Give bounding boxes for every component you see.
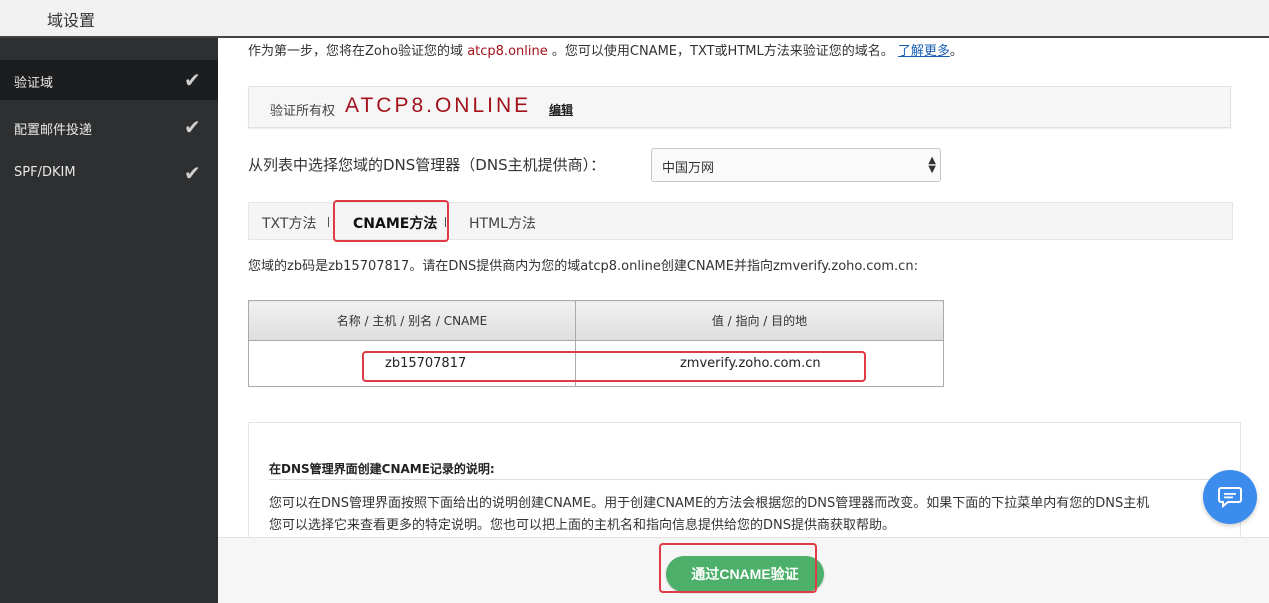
- intro-after: 。您可以使用CNAME，TXT或HTML方法来验证您的域名。: [551, 44, 894, 59]
- ownership-domain: ATCP8.ONLINE: [345, 94, 532, 117]
- chat-button[interactable]: [1203, 470, 1257, 524]
- top-header: 域设置: [0, 0, 1269, 38]
- check-icon: ✔: [184, 68, 201, 92]
- ownership-bar: 验证所有权 ATCP8.ONLINE 编辑: [248, 86, 1231, 128]
- sidebar-item-label: SPF/DKIM: [14, 165, 76, 180]
- sidebar-item-verify-domain[interactable]: 验证域 ✔: [0, 60, 218, 100]
- zb-instruction: 您域的zb码是zb15707817。请在DNS提供商内为您的域atcp8.onl…: [248, 259, 918, 274]
- ownership-label: 验证所有权: [270, 104, 336, 119]
- dns-selected-value: 中国万网: [662, 161, 715, 176]
- instructions-line-2: 您可以选择它来查看更多的特定说明。您也可以把上面的主机名和指向信息提供给您的DN…: [269, 518, 895, 533]
- bottom-action-bar: 通过CNAME验证: [218, 537, 1269, 603]
- tab-txt[interactable]: TXT方法: [262, 213, 316, 233]
- main-content: 作为第一步，您将在Zoho验证您的域 atcp8.online 。您可以使用CN…: [218, 38, 1269, 603]
- sidebar: 验证域 ✔ 配置邮件投递 ✔ SPF/DKIM ✔: [0, 38, 218, 603]
- check-icon: ✔: [184, 115, 201, 139]
- check-icon: ✔: [184, 161, 201, 185]
- tab-separator: [328, 217, 329, 227]
- dns-manager-label: 从列表中选择您域的DNS管理器（DNS主机提供商）：: [248, 156, 606, 174]
- sidebar-item-label: 配置邮件投递: [14, 123, 93, 138]
- select-arrows-icon: ▲ ▼: [928, 155, 936, 175]
- sidebar-item-spf-dkim[interactable]: SPF/DKIM ✔: [0, 153, 218, 193]
- instructions-heading: 在DNS管理界面创建CNAME记录的说明:: [269, 462, 495, 476]
- verify-button-highlight: [659, 543, 817, 593]
- intro-before: 作为第一步，您将在Zoho验证您的域: [248, 44, 464, 59]
- cname-tab-highlight: [333, 200, 449, 242]
- divider: [269, 479, 1229, 480]
- instructions-text: 您可以在DNS管理界面按照下面给出的说明创建CNAME。用于创建CNAME的方法…: [269, 493, 1149, 537]
- sidebar-item-label: 验证域: [14, 76, 54, 91]
- dns-manager-select[interactable]: 中国万网 ▲ ▼: [651, 148, 941, 182]
- cname-row-highlight: [362, 351, 866, 382]
- column-header-name: 名称 / 主机 / 别名 / CNAME: [248, 300, 576, 341]
- page-title: 域设置: [47, 11, 96, 30]
- edit-link[interactable]: 编辑: [549, 101, 573, 118]
- intro-domain: atcp8.online: [467, 44, 548, 59]
- instructions-line-1: 您可以在DNS管理界面按照下面给出的说明创建CNAME。用于创建CNAME的方法…: [269, 496, 1150, 511]
- learn-more-link[interactable]: 了解更多: [898, 44, 950, 59]
- tab-html[interactable]: HTML方法: [469, 213, 536, 233]
- intro-text: 作为第一步，您将在Zoho验证您的域 atcp8.online 。您可以使用CN…: [248, 40, 963, 59]
- intro-tail: 。: [949, 44, 963, 59]
- column-header-value: 值 / 指向 / 目的地: [574, 300, 945, 341]
- sidebar-item-mail-delivery[interactable]: 配置邮件投递 ✔: [0, 107, 218, 147]
- chat-icon: [1218, 487, 1242, 509]
